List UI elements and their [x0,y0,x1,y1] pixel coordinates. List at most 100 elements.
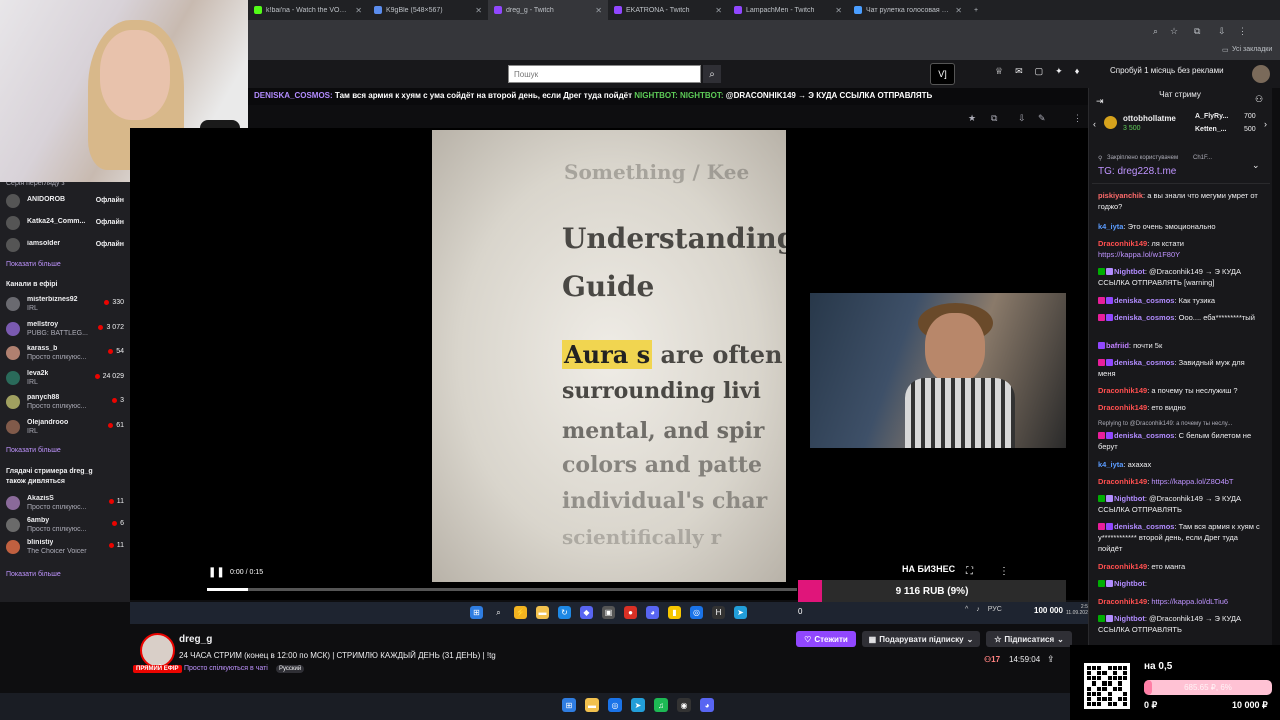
mail-icon[interactable]: ✉ [1015,66,1023,77]
search-input[interactable] [508,65,701,83]
folder-icon[interactable]: ▬ [585,698,599,712]
sidebar-item-live[interactable]: AkazisS Просто спілкуюс... 11 [6,494,126,514]
chat-username[interactable]: Draconhik149 [1098,403,1147,412]
vk-logo-icon[interactable]: V] [930,63,955,85]
follow-button[interactable]: ♡ Стежити [796,631,856,647]
star-icon[interactable]: ★ [968,113,976,124]
close-icon[interactable]: ✕ [835,6,842,15]
download-icon[interactable]: ⇩ [1018,113,1026,124]
star-icon[interactable]: ☆ [1170,26,1178,37]
chat-username[interactable]: Nightbot [1114,579,1145,588]
discord-icon[interactable]: ◕ [700,698,714,712]
zoom-icon[interactable]: ⌕ [1153,26,1158,37]
fullscreen-icon[interactable]: ⛶ [966,566,973,577]
spotify-icon[interactable]: ♫ [654,698,668,712]
chat-username[interactable]: deniska_cosmos [1114,522,1174,531]
close-icon[interactable]: ✕ [355,6,362,15]
crown-icon[interactable]: ♕ [995,66,1003,77]
chat-username[interactable]: deniska_cosmos [1114,431,1174,440]
sidebar-item-live[interactable]: leva2k IRL 24 029 [6,369,126,389]
chevron-left-icon[interactable]: ‹ [1093,119,1096,129]
chat-link[interactable]: https://kappa.lol/dLTiu6 [1151,597,1228,606]
chat-username[interactable]: Draconhik149 [1098,562,1147,571]
gift-sub-button[interactable]: ▦ Подарувати підписку ⌄ [862,631,980,647]
show-more-link[interactable]: Показати більше [6,261,61,268]
show-more-link[interactable]: Показати більше [6,447,61,454]
chat-username[interactable]: k4_iyta [1098,460,1123,469]
chat-username[interactable]: Draconhik149 [1098,477,1147,486]
sidebar-item-live[interactable]: Olejandrooo IRL 61 [6,418,126,438]
bookmarks-folder-icon[interactable]: ▭ [1222,46,1229,54]
chat-username[interactable]: deniska_cosmos [1114,296,1174,305]
chat-username[interactable]: Nightbot [1114,267,1145,276]
chat-username[interactable]: k4_iyta [1098,222,1123,231]
chevron-right-icon[interactable]: › [1264,119,1267,129]
chevron-down-icon[interactable]: ⌄ [1252,160,1260,171]
close-icon[interactable]: ✕ [715,6,722,15]
chat-username[interactable]: deniska_cosmos [1114,358,1174,367]
extensions-icon[interactable]: ⧉ [1194,26,1200,37]
search-icon[interactable]: ⌕ [703,65,721,83]
chat-username[interactable]: bafriid [1106,341,1129,350]
sidebar-item-offline[interactable]: ANIDOROB Офлайн [6,192,126,212]
bookmarks-label[interactable]: Усі закладки [1232,46,1272,53]
pause-icon[interactable]: ❚❚ [208,567,225,578]
chat-username[interactable]: Draconhik149 [1098,239,1147,248]
star-icon: ☆ [994,634,1002,644]
inbox-icon[interactable]: ▢ [1035,66,1044,77]
channel-name[interactable]: dreg_g [179,634,212,645]
chat-username[interactable]: Nightbot [1114,494,1145,503]
tab-browser[interactable]: K9gBle (548×567) ✕ [368,0,488,20]
close-icon[interactable]: ✕ [595,6,602,15]
sidebar-item-live[interactable]: mellstroy PUBG: BATTLEG... 3 072 [6,320,126,340]
extension-icon[interactable]: ✎ [1038,113,1046,124]
tab-browser[interactable]: LampachMen - Twitch ✕ [728,0,848,20]
tab-browser[interactable]: k!bai'na - Watch the VOD on Ki ✕ [248,0,368,20]
show-more-link[interactable]: Показати більше [6,571,61,578]
chat-username[interactable]: Draconhik149 [1098,386,1147,395]
users-icon[interactable]: ⚇ [1255,94,1263,105]
chat-username[interactable]: Draconhik149 [1098,597,1147,606]
telegram-icon[interactable]: ➤ [631,698,645,712]
avatar[interactable] [140,633,175,668]
close-icon[interactable]: ✕ [475,6,482,15]
stream-category[interactable]: Просто спілкуються в чаті [184,665,268,672]
new-tab-button[interactable]: + [968,0,988,20]
chrome-icon[interactable]: ◎ [608,698,622,712]
sidebar-item-live[interactable]: panych88 Просто спілкуюс... 3 [6,393,126,413]
chat-link[interactable]: https://kappa.lol/Z8O4bT [1151,477,1233,486]
language-tag[interactable]: Русский [276,665,305,673]
pinned-text[interactable]: TG: dreg228.t.me [1098,166,1176,177]
menu-dots-icon[interactable]: ⋮ [1073,113,1082,124]
avatar[interactable] [1252,65,1270,83]
leader-name[interactable]: A_FlyRy... [1195,113,1228,120]
sidebar-item-live[interactable]: 6amby Просто спілкуюс... 6 [6,516,126,536]
sidebar-item-live[interactable]: blinistiy The Choicer Voicer 11 [6,538,126,558]
chat-link[interactable]: https://kappa.lol/w1F80Y [1098,250,1180,259]
sidebar-item-offline[interactable]: iamsolder Офлайн [6,236,126,256]
chat-username[interactable]: Nightbot [1114,614,1145,623]
share-icon[interactable]: ⇪ [1047,654,1055,665]
tab-browser[interactable]: Чат рулетка голосовая — Nek ✕ [848,0,968,20]
sidebar-item-offline[interactable]: Katka24_Comm... Офлайн [6,214,126,234]
chat-username[interactable]: deniska_cosmos [1114,313,1174,322]
chat-username[interactable]: piskiyanchik [1098,191,1143,200]
tab-browser[interactable]: EKATRONA - Twitch ✕ [608,0,728,20]
menu-dots-icon[interactable]: ⋮ [1238,26,1247,37]
turbo-promo[interactable]: Спробуй 1 місяць без реклами [1110,66,1224,75]
sidebar-item-live[interactable]: karass_b Просто спілкуюс... 54 [6,344,126,364]
popout-icon[interactable]: ⧉ [991,113,997,124]
bits-icon[interactable]: ♦ [1075,66,1080,77]
subscribe-button[interactable]: ☆ Підписатися ⌄ [986,631,1072,647]
more-options-icon[interactable]: ⋮ [999,566,1009,577]
leader-name[interactable]: Ketten_... [1195,126,1227,133]
close-icon[interactable]: ✕ [955,6,962,15]
downloads-icon[interactable]: ⇩ [1218,26,1226,37]
tab-browser[interactable]: dreg_g - Twitch ✕ [488,0,608,20]
windows-icon[interactable]: ⊞ [562,698,576,712]
video-progress-track[interactable] [207,588,797,591]
obs-icon[interactable]: ◉ [677,698,691,712]
gift-icon[interactable]: ✦ [1055,66,1063,77]
leader-name[interactable]: ottobhollatme [1123,114,1176,123]
sidebar-item-live[interactable]: misterbiznes92 IRL 330 [6,295,126,315]
